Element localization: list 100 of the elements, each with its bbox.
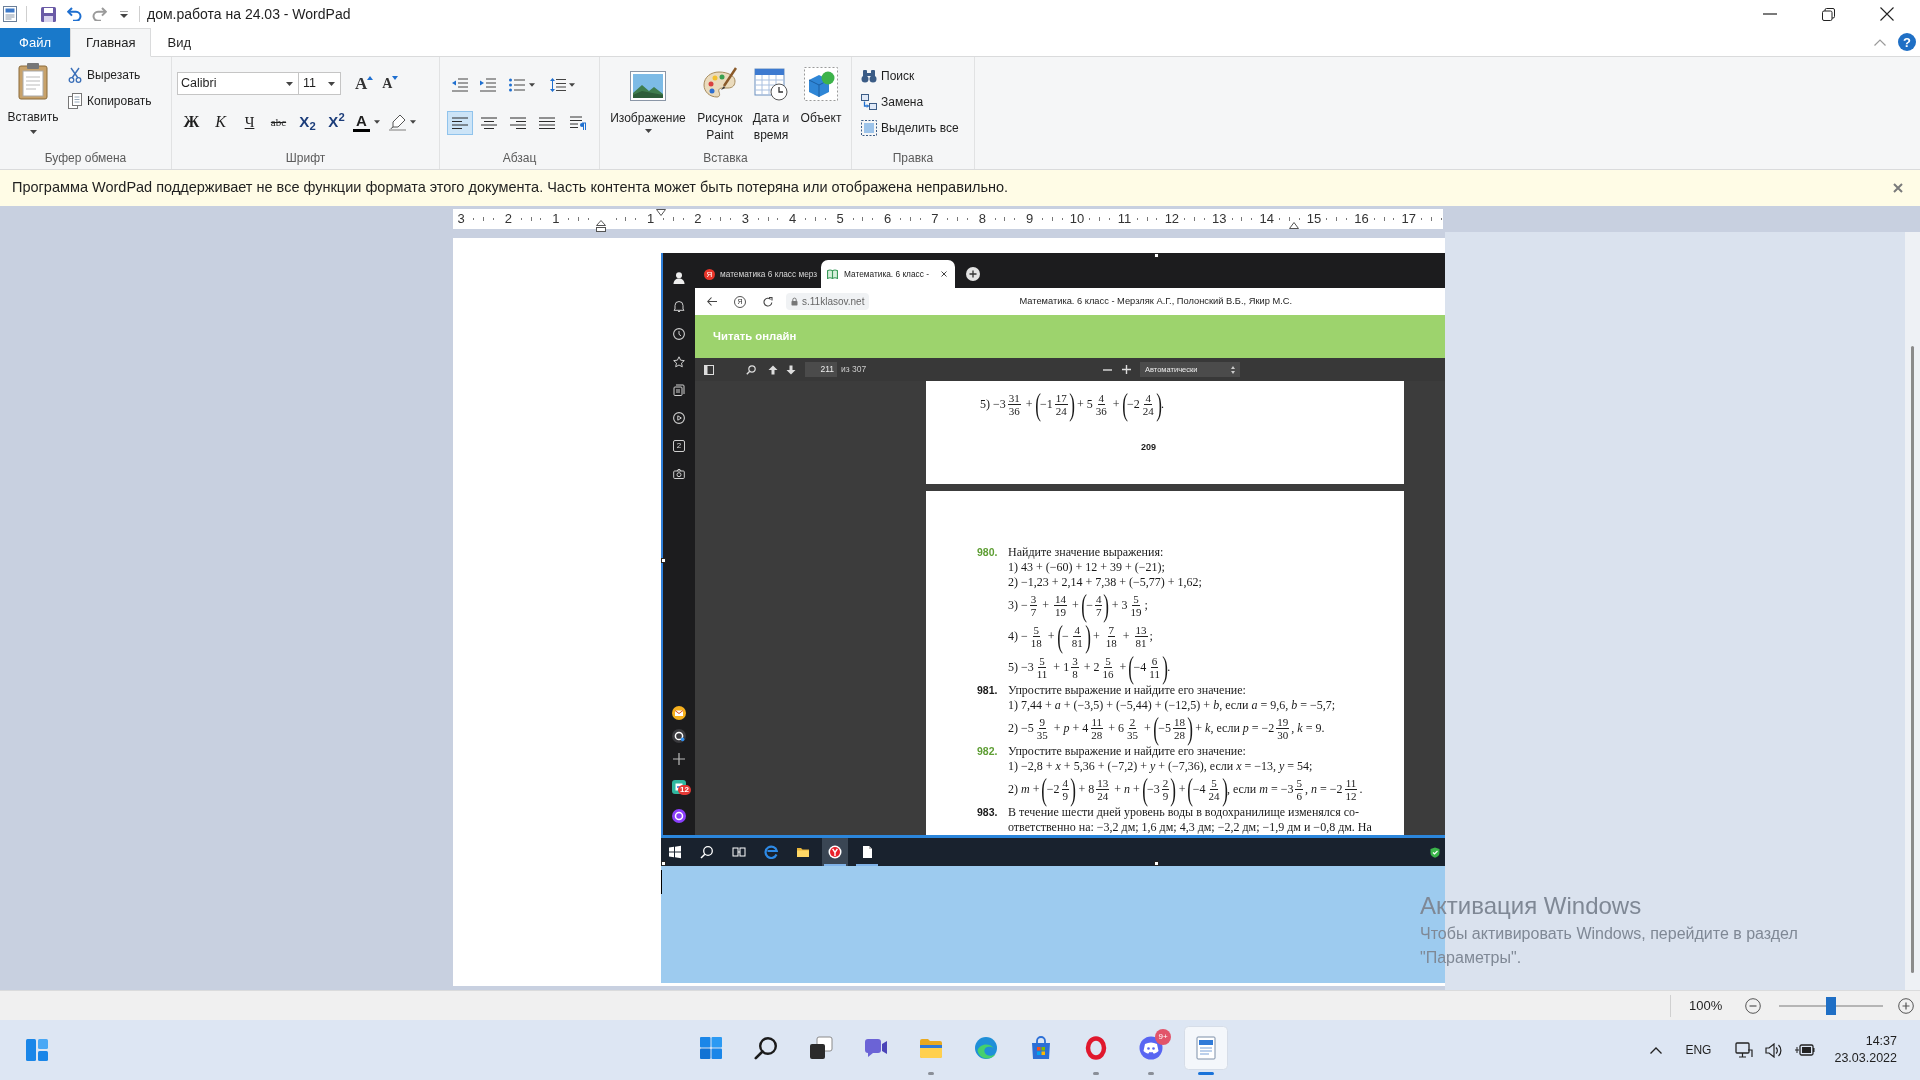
folder-icon[interactable] (796, 845, 810, 859)
clock-time[interactable]: 14:37 (1865, 1033, 1897, 1050)
task-view-icon[interactable] (809, 1036, 833, 1060)
start-icon[interactable] (668, 845, 682, 859)
right-indent-marker-icon[interactable] (1289, 222, 1299, 229)
slider-thumb[interactable] (1826, 996, 1836, 1015)
caret-icon[interactable] (409, 120, 416, 124)
widgets-icon[interactable] (25, 1038, 49, 1062)
plus-icon[interactable] (673, 753, 685, 765)
shrink-font-button[interactable]: A (382, 72, 399, 95)
font-color-button[interactable]: A (353, 110, 380, 134)
decrease-indent-icon[interactable] (452, 78, 468, 92)
undo-icon[interactable] (67, 7, 82, 21)
page-number-field[interactable]: 211 (805, 362, 837, 377)
language-indicator[interactable]: ENG (1685, 1041, 1712, 1059)
search-icon[interactable] (754, 1036, 778, 1060)
grow-font-button[interactable]: A (355, 72, 374, 95)
circle-app-icon[interactable] (672, 809, 686, 823)
close-icon[interactable] (940, 271, 947, 277)
replace-button[interactable]: Замена (861, 92, 924, 111)
file-tab[interactable]: Файл (0, 28, 70, 57)
subscript-button[interactable]: X$_{2}$ (293, 110, 322, 134)
chevron-up-icon[interactable] (1650, 1046, 1663, 1054)
alignment-button[interactable] (447, 111, 473, 135)
bold-button[interactable]: Ж (177, 110, 206, 134)
customize-caret-icon[interactable] (120, 10, 128, 18)
bullet-list-icon[interactable] (509, 78, 525, 92)
volume-icon[interactable] (1765, 1042, 1783, 1058)
scrollbar[interactable] (1905, 232, 1920, 990)
insert-picture-button[interactable]: Изображение (603, 65, 693, 133)
save-icon[interactable] (41, 6, 56, 22)
zoom-slider[interactable] (1779, 996, 1883, 1015)
increase-indent-icon[interactable] (480, 78, 496, 92)
resize-handle[interactable] (661, 558, 666, 563)
font-size-field[interactable]: 11 (298, 72, 341, 95)
network-icon[interactable] (1735, 1042, 1754, 1058)
swirl-icon[interactable] (974, 1036, 998, 1060)
strikethrough-button[interactable]: abc (264, 110, 293, 134)
collections-icon[interactable] (673, 384, 685, 396)
task-view-icon[interactable] (732, 845, 746, 859)
envelope-app-icon[interactable] (672, 706, 686, 720)
date-time-button[interactable]: Дата и время (747, 65, 795, 144)
user-icon[interactable] (673, 272, 685, 284)
camera-icon[interactable] (673, 468, 685, 480)
shopping-bag-icon[interactable] (1029, 1036, 1053, 1060)
find-button[interactable]: Поиск (861, 66, 915, 85)
zoom-out-icon[interactable] (1745, 997, 1761, 1014)
tab-counter[interactable]: 2 (673, 440, 685, 452)
caret-icon[interactable] (569, 83, 575, 87)
search-icon[interactable] (700, 845, 714, 859)
search-icon[interactable] (746, 364, 756, 375)
paste-button[interactable]: Вставить (4, 62, 62, 142)
ribbon-tab[interactable]: Вид (151, 28, 207, 57)
first-line-indent-marker-icon[interactable] (656, 209, 666, 216)
resize-handle[interactable] (661, 861, 666, 866)
underline-button[interactable]: Ч (235, 110, 264, 134)
insert-object-button[interactable]: Объект (795, 65, 847, 127)
collapse-ribbon-icon[interactable] (1874, 38, 1886, 46)
browser-tab[interactable]: Я математика 6 класс мерз (700, 261, 820, 287)
paragraph-settings-icon[interactable] (570, 116, 586, 130)
video-chat-icon[interactable] (864, 1036, 888, 1060)
e-logo-icon[interactable] (764, 845, 778, 859)
scrollbar-thumb[interactable] (1911, 346, 1914, 973)
document-icon[interactable] (860, 845, 874, 859)
resize-handle[interactable] (1154, 861, 1159, 866)
restore-icon[interactable] (1822, 7, 1835, 21)
help-button[interactable]: ? (1898, 33, 1916, 51)
resize-handle[interactable] (1154, 253, 1159, 258)
paint-drawing-button[interactable]: Рисунок Paint (693, 65, 747, 144)
copy-button[interactable]: Копировать (68, 93, 152, 109)
back-icon[interactable] (707, 297, 717, 306)
line-spacing-icon[interactable] (550, 78, 566, 92)
bell-icon[interactable] (673, 300, 685, 312)
browser-tab[interactable]: Математика. 6 класс - (821, 260, 955, 288)
chat-app-icon[interactable] (672, 729, 686, 743)
star-icon[interactable] (673, 356, 685, 368)
play-icon[interactable] (673, 412, 685, 424)
left-indent-marker-icon[interactable] (596, 220, 606, 232)
sidebar-toggle-icon[interactable] (704, 364, 714, 375)
new-tab-icon[interactable] (965, 267, 980, 281)
superscript-button[interactable]: X$^{2}$ (322, 110, 351, 134)
redo-icon[interactable] (92, 7, 107, 21)
cut-button[interactable]: Вырезать (68, 67, 152, 83)
ring-icon[interactable] (1084, 1036, 1108, 1060)
browser-logo-icon[interactable] (822, 838, 848, 866)
zoom-in-icon[interactable] (1898, 997, 1914, 1014)
start-icon[interactable] (699, 1036, 723, 1060)
ribbon-tab[interactable]: Главная (70, 28, 152, 57)
select-all-button[interactable]: Выделить все (861, 118, 959, 137)
caret-icon[interactable] (529, 83, 535, 87)
highlighter-icon[interactable] (388, 113, 406, 131)
url-field[interactable]: s.11klasov.net (786, 293, 870, 310)
italic-button[interactable]: К (206, 110, 235, 134)
battery-icon[interactable] (1795, 1044, 1816, 1056)
font-family-field[interactable]: Calibri (177, 72, 299, 95)
clock-icon[interactable] (673, 328, 685, 340)
close-icon[interactable] (1880, 7, 1894, 21)
reload-icon[interactable] (763, 296, 773, 307)
clock-date[interactable]: 23.03.2022 (1834, 1050, 1897, 1067)
down-arrow-icon[interactable] (786, 364, 796, 375)
